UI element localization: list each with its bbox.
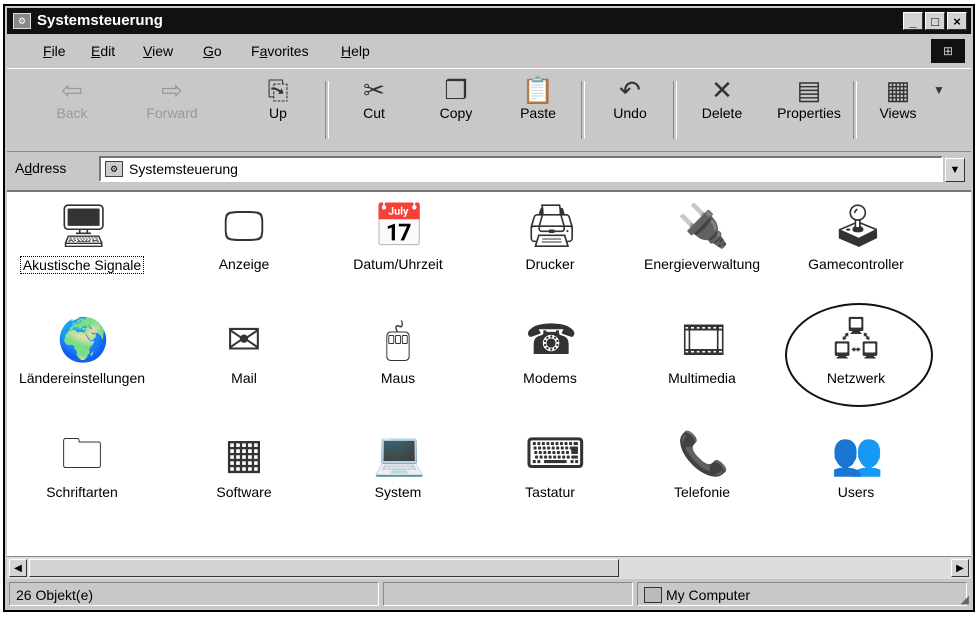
properties-icon: ▤ [796, 75, 822, 105]
mail-icon: ✉ [226, 316, 262, 363]
globe-icon: 🌍 [57, 316, 110, 363]
undo-icon: ↶ [619, 75, 641, 105]
menu-help[interactable]: Help [341, 43, 370, 59]
printer-folder-icon: 🖨 [525, 202, 579, 249]
delete-button[interactable]: ✕ Delete [687, 75, 757, 121]
status-zone-panel: My Computer [637, 582, 967, 606]
control-panel-icon[interactable]: ⚙ [13, 13, 31, 29]
title-bar: ⚙ Systemsteuerung _ □ × [7, 8, 971, 34]
clipboard-icon: 📋 [521, 75, 555, 105]
forward-arrow-icon: ⇨ [161, 75, 183, 105]
item-tastatur[interactable]: ⌨ Tastatur [475, 428, 625, 500]
menu-go[interactable]: Go [203, 43, 222, 59]
item-system[interactable]: 💻 System [323, 428, 473, 500]
scissors-icon: ✂ [363, 75, 385, 105]
item-akustische-signale[interactable]: 🖥 Akustische Signale [7, 200, 157, 274]
cut-button[interactable]: ✂ Cut [339, 75, 409, 121]
calendar-clock-icon: 📅 [373, 202, 426, 249]
horizontal-scrollbar[interactable]: ◀ ▶ [7, 556, 971, 579]
views-dropdown-button[interactable]: ▼ [919, 75, 959, 105]
highlight-circle [785, 303, 933, 407]
status-empty-panel [383, 582, 633, 606]
multimedia-icon: 🎞 [677, 316, 731, 363]
maximize-button[interactable]: □ [925, 12, 945, 30]
item-mail[interactable]: ✉ Mail [169, 314, 319, 386]
copy-icon: ❐ [444, 75, 468, 105]
status-bar: 26 Objekt(e) My Computer ◢ [7, 580, 971, 608]
menu-edit[interactable]: Edit [91, 43, 115, 59]
icon-view: 🖥 Akustische Signale 🖵 Anzeige 📅 Datum/Uhrz… [7, 190, 971, 556]
windows-logo-icon: ⊞ [931, 39, 965, 63]
item-energieverwaltung[interactable]: 🔌 Energieverwaltung [627, 200, 777, 272]
close-button[interactable]: × [947, 12, 967, 30]
item-multimedia[interactable]: 🎞 Multimedia [627, 314, 777, 386]
item-drucker[interactable]: 🖨 Drucker [475, 200, 625, 272]
users-icon: 👥 [831, 430, 884, 477]
address-label: Address [15, 160, 67, 176]
item-laendereinstellungen[interactable]: 🌍 Ländereinstellungen [7, 314, 157, 386]
item-gamecontroller[interactable]: 🕹 Gamecontroller [781, 200, 931, 272]
menu-bar: File Edit View Go Favorites Help ⊞ [7, 36, 971, 66]
address-dropdown-button[interactable]: ▼ [945, 158, 965, 182]
properties-button[interactable]: ▤ Properties [769, 75, 849, 121]
undo-button[interactable]: ↶ Undo [595, 75, 665, 121]
paste-button[interactable]: 📋 Paste [503, 75, 573, 121]
address-input[interactable]: ⚙ Systemsteuerung [99, 156, 943, 182]
resize-grip-icon[interactable]: ◢ [961, 593, 969, 606]
system-computer-icon: 💻 [373, 430, 426, 477]
up-folder-icon: ⎘ [267, 75, 289, 105]
power-plug-icon: 🔌 [677, 202, 730, 249]
monitor-icon: 🖵 [223, 202, 265, 249]
window-title: Systemsteuerung [37, 12, 163, 29]
toolbar-separator [853, 81, 857, 139]
toolbar-separator [673, 81, 677, 139]
explorer-window: ⚙ Systemsteuerung _ □ × File Edit View G… [3, 4, 975, 612]
item-modems[interactable]: ☎ Modems [475, 314, 625, 386]
menu-favorites[interactable]: Favorites [251, 43, 309, 59]
dropdown-arrow-icon: ▼ [933, 83, 945, 97]
control-panel-small-icon: ⚙ [105, 161, 123, 177]
scroll-thumb[interactable] [29, 559, 619, 577]
software-icon: ▦ [224, 430, 264, 477]
address-bar: Address ⚙ Systemsteuerung ▼ [7, 152, 971, 188]
item-software[interactable]: ▦ Software [169, 428, 319, 500]
item-schriftarten[interactable]: 🗀 Schriftarten [7, 428, 157, 500]
item-maus[interactable]: 🖱 Maus [323, 314, 473, 386]
back-button[interactable]: ⇦ Back [37, 75, 107, 121]
item-datum-uhrzeit[interactable]: 📅 Datum/Uhrzeit [323, 200, 473, 272]
back-arrow-icon: ⇦ [61, 75, 83, 105]
delete-x-icon: ✕ [711, 75, 733, 105]
item-telefonie[interactable]: 📞 Telefonie [627, 428, 777, 500]
scroll-right-button[interactable]: ▶ [951, 559, 969, 577]
copy-button[interactable]: ❐ Copy [421, 75, 491, 121]
speaker-computer-icon: 🖥 [57, 202, 111, 249]
keyboard-icon: ⌨ [525, 430, 586, 477]
telephony-icon: 📞 [677, 430, 730, 477]
joystick-icon: 🕹 [831, 202, 885, 249]
telephone-modem-icon: ☎ [525, 316, 578, 363]
mouse-icon: 🖱 [385, 316, 411, 363]
toolbar-separator [325, 81, 329, 139]
item-users[interactable]: 👥 Users [781, 428, 931, 500]
scroll-left-button[interactable]: ◀ [9, 559, 27, 577]
my-computer-icon [644, 587, 662, 603]
menu-file[interactable]: File [43, 43, 66, 59]
menu-view[interactable]: View [143, 43, 173, 59]
minimize-button[interactable]: _ [903, 12, 923, 30]
toolbar: ⇦ Back ⇨ Forward ⎘ Up ✂ Cut ❐ Copy 📋 Paste ↶ Un… [7, 68, 971, 152]
toolbar-separator [581, 81, 585, 139]
status-count-panel: 26 Objekt(e) [9, 582, 379, 606]
fonts-folder-icon: 🗀 [60, 430, 103, 477]
item-anzeige[interactable]: 🖵 Anzeige [169, 200, 319, 272]
up-button[interactable]: ⎘ Up [243, 75, 313, 121]
forward-button[interactable]: ⇨ Forward [137, 75, 207, 121]
